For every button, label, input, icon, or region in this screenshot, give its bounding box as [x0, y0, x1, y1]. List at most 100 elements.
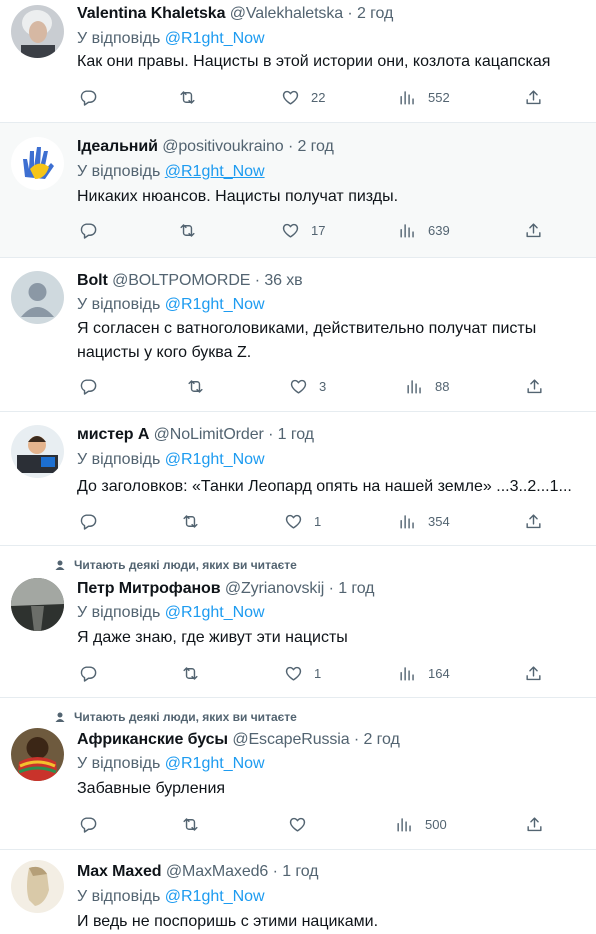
timestamp[interactable]: 2 год: [298, 138, 334, 155]
tweet-header: Valentina Khaletska @Valekhaletska · 2 г…: [77, 5, 393, 23]
share-button[interactable]: [525, 377, 544, 396]
tweet[interactable]: Valentina Khaletska @Valekhaletska · 2 г…: [0, 0, 596, 123]
author-handle[interactable]: @NoLimitOrder: [154, 426, 264, 443]
share-icon: [525, 815, 544, 834]
author-handle[interactable]: @MaxMaxed6: [166, 863, 269, 880]
avatar[interactable]: [11, 5, 64, 58]
author-handle[interactable]: @Zyrianovskij: [225, 580, 325, 597]
share-button[interactable]: [524, 221, 543, 240]
mention-link[interactable]: @R1ght_Now: [165, 30, 265, 47]
social-context: Читають деякі люди, яких ви читаєте: [54, 710, 297, 724]
timestamp[interactable]: 1 год: [338, 580, 374, 597]
avatar[interactable]: [11, 271, 64, 324]
author-handle[interactable]: @EscapeRussia: [232, 731, 349, 748]
share-button[interactable]: [524, 664, 543, 683]
mention-link[interactable]: @R1ght_Now: [165, 451, 265, 468]
mention-link[interactable]: @R1ght_Now: [165, 296, 265, 313]
avatar[interactable]: [11, 728, 64, 781]
author-handle[interactable]: @BOLTPOMORDE: [112, 272, 250, 289]
mention-link[interactable]: @R1ght_Now: [165, 163, 265, 180]
timestamp[interactable]: 1 год: [278, 426, 314, 443]
views-button[interactable]: 164: [398, 664, 450, 683]
timestamp[interactable]: 36 хв: [264, 272, 302, 289]
author-name[interactable]: Max Maxed: [77, 863, 162, 880]
mention-link[interactable]: @R1ght_Now: [165, 888, 265, 905]
avatar[interactable]: [11, 860, 64, 913]
reply-context: У відповідь @R1ght_Now: [77, 888, 265, 906]
reply-button[interactable]: [79, 377, 98, 396]
retweet-button[interactable]: [181, 664, 200, 683]
retweet-button[interactable]: [178, 88, 197, 107]
tweet-text-line: нацисты у кого буква Z.: [77, 344, 252, 361]
share-button[interactable]: [524, 512, 543, 531]
retweet-button[interactable]: [178, 221, 197, 240]
retweet-icon: [181, 815, 200, 834]
heart-icon: [281, 221, 300, 240]
tweet-header: Max Maxed @MaxMaxed6 · 1 год: [77, 863, 319, 881]
author-name[interactable]: Петр Митрофанов: [77, 580, 221, 597]
like-button[interactable]: 17: [281, 221, 325, 240]
tweet-text-line: И ведь не поспоришь с этими нациками.: [77, 913, 379, 930]
author-name[interactable]: Valentina Khaletska: [77, 5, 225, 22]
like-button[interactable]: 3: [289, 377, 326, 396]
reply-context: У відповідь @R1ght_Now: [77, 163, 265, 181]
retweet-button[interactable]: [181, 815, 200, 834]
heart-icon: [288, 815, 307, 834]
like-button[interactable]: [288, 815, 318, 834]
retweet-icon: [181, 664, 200, 683]
retweet-icon: [181, 512, 200, 531]
retweet-icon: [178, 221, 197, 240]
views-button[interactable]: 354: [398, 512, 450, 531]
author-handle[interactable]: @positivoukraino: [162, 138, 283, 155]
timestamp[interactable]: 2 год: [364, 731, 400, 748]
reply-button[interactable]: [79, 664, 98, 683]
tweet-text-line: Забавные бурления: [77, 780, 226, 797]
author-name[interactable]: мистер А: [77, 426, 149, 443]
like-button[interactable]: 1: [284, 512, 321, 531]
tweet-header: мистер А @NoLimitOrder · 1 год: [77, 426, 314, 444]
tweet[interactable]: Bolt @BOLTPOMORDE · 36 хв У відповідь @R…: [0, 258, 596, 412]
author-handle[interactable]: @Valekhaletska: [230, 5, 343, 22]
share-icon: [525, 377, 544, 396]
author-name[interactable]: Ідеальний: [77, 138, 158, 155]
reply-button[interactable]: [79, 815, 98, 834]
share-button[interactable]: [524, 88, 543, 107]
timestamp[interactable]: 1 год: [282, 863, 318, 880]
author-name[interactable]: Bolt: [77, 272, 108, 289]
avatar[interactable]: [11, 578, 64, 631]
tweet[interactable]: Читають деякі люди, яких ви читаєте Петр…: [0, 546, 596, 698]
author-name[interactable]: Африканские бусы: [77, 731, 228, 748]
like-count: 1: [314, 666, 322, 681]
like-button[interactable]: 1: [284, 664, 321, 683]
reply-context: У відповідь @R1ght_Now: [77, 451, 265, 469]
tweet[interactable]: Max Maxed @MaxMaxed6 · 1 год У відповідь…: [0, 850, 596, 933]
retweet-icon: [178, 88, 197, 107]
avatar[interactable]: [11, 425, 64, 478]
heart-icon: [284, 512, 303, 531]
views-button[interactable]: 500: [395, 815, 447, 834]
share-icon: [524, 88, 543, 107]
share-icon: [524, 664, 543, 683]
like-button[interactable]: 22: [281, 88, 325, 107]
timestamp[interactable]: 2 год: [357, 5, 393, 22]
person-icon: [55, 712, 65, 722]
reply-button[interactable]: [79, 88, 98, 107]
reply-button[interactable]: [79, 512, 98, 531]
person-icon: [55, 560, 65, 570]
mention-link[interactable]: @R1ght_Now: [165, 604, 265, 621]
view-count: 354: [428, 514, 450, 529]
mention-link[interactable]: @R1ght_Now: [165, 755, 265, 772]
tweet[interactable]: Читають деякі люди, яких ви читаєте Афри…: [0, 698, 596, 850]
retweet-button[interactable]: [181, 512, 200, 531]
views-icon: [398, 221, 417, 240]
reply-button[interactable]: [79, 221, 98, 240]
views-button[interactable]: 639: [398, 221, 450, 240]
tweet[interactable]: Ідеальний @positivoukraino · 2 год У від…: [0, 123, 596, 258]
views-button[interactable]: 552: [398, 88, 450, 107]
share-button[interactable]: [525, 815, 544, 834]
retweet-button[interactable]: [186, 377, 205, 396]
views-button[interactable]: 88: [405, 377, 449, 396]
tweet[interactable]: мистер А @NoLimitOrder · 1 год У відпові…: [0, 412, 596, 546]
avatar[interactable]: [11, 137, 64, 190]
reply-context: У відповідь @R1ght_Now: [77, 604, 265, 622]
